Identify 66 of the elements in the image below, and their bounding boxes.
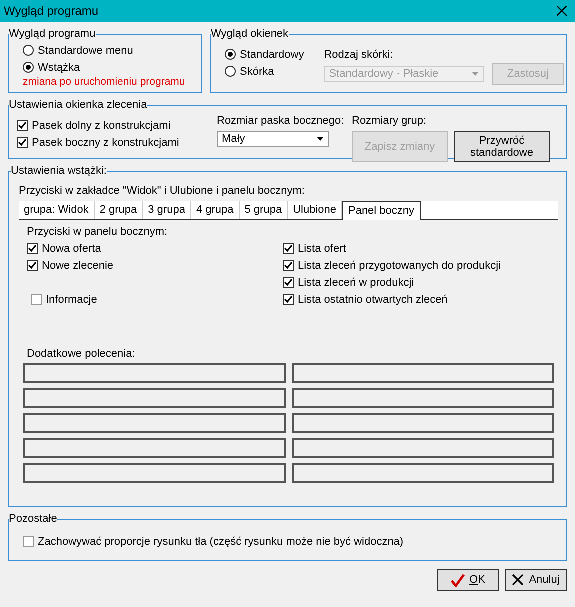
tab[interactable]: grupa: Widok bbox=[19, 201, 95, 219]
checkbox-label: Lista zleceń przygotowanych do produkcji bbox=[298, 260, 502, 272]
radio-button[interactable] bbox=[23, 45, 34, 56]
checkbox-label: Pasek dolny z konstrukcjami bbox=[32, 120, 171, 132]
group-legend: Wygląd programu bbox=[9, 28, 96, 40]
checkbox[interactable] bbox=[17, 120, 28, 131]
radio-button[interactable] bbox=[23, 62, 34, 73]
checkbox-label: Informacje bbox=[46, 294, 98, 306]
close-icon bbox=[512, 574, 524, 586]
warning-note: zmiana po uruchomieniu programu bbox=[22, 76, 186, 88]
checkbox-label: Lista ofert bbox=[298, 242, 346, 254]
window-title: Wygląd programu bbox=[4, 4, 99, 18]
ok-button[interactable]: OK bbox=[437, 569, 499, 591]
checkbox[interactable] bbox=[283, 277, 294, 288]
empty-command-slot[interactable] bbox=[23, 363, 286, 383]
empty-command-slot[interactable] bbox=[292, 438, 554, 458]
empty-command-slot[interactable] bbox=[292, 388, 554, 408]
checkbox-label: Lista zleceń w produkcji bbox=[298, 276, 414, 288]
tabs-caption: Przyciski w zakładce "Widok" i Ulubione i panelu bocznym: bbox=[19, 184, 306, 197]
caret-icon bbox=[317, 137, 324, 141]
tab[interactable]: 3 grupa bbox=[143, 201, 192, 219]
empty-command-slot[interactable] bbox=[23, 463, 286, 483]
radio-label: Wstążka bbox=[38, 62, 80, 74]
tab[interactable]: 4 grupa bbox=[191, 201, 240, 219]
empty-command-slot[interactable] bbox=[292, 413, 554, 433]
checkbox[interactable] bbox=[27, 243, 38, 254]
checkbox[interactable] bbox=[283, 260, 294, 271]
panel-caption: Przyciski w panelu bocznym: bbox=[26, 225, 169, 238]
tab[interactable]: 5 grupa bbox=[240, 201, 288, 219]
radio-label: Standardowe menu bbox=[38, 44, 134, 56]
checkbox[interactable] bbox=[31, 294, 42, 305]
radio-button[interactable] bbox=[225, 66, 236, 77]
caret-icon bbox=[472, 72, 480, 76]
restore-defaults-button[interactable]: Przywróć standardowe bbox=[454, 131, 550, 162]
dropdown[interactable]: Mały bbox=[217, 131, 329, 147]
radio-label: Standardowy bbox=[240, 48, 304, 60]
group-legend: Ustawienia okienka zlecenia bbox=[9, 99, 148, 111]
empty-command-slot[interactable] bbox=[23, 413, 286, 433]
empty-command-slot[interactable] bbox=[23, 438, 286, 458]
tab[interactable]: 2 grupa bbox=[94, 201, 144, 219]
checkbox-label: Lista ostatnio otwartych zleceń bbox=[298, 294, 448, 306]
radio-label: Skórka bbox=[240, 66, 274, 78]
empty-command-slot[interactable] bbox=[292, 363, 554, 383]
checkbox[interactable] bbox=[17, 137, 28, 148]
checkbox-label: Zachowywać proporcje rysunku tła (część rysunku może nie być widoczna) bbox=[38, 536, 404, 548]
group-legend: Ustawienia wstążki: bbox=[11, 165, 107, 177]
group-legend: Wygląd okienek bbox=[211, 28, 289, 40]
sidebar-size-label: Rozmiar paska bocznego: bbox=[217, 115, 346, 127]
checkbox[interactable] bbox=[283, 243, 294, 254]
skin-label: Rodzaj skórki: bbox=[324, 49, 394, 61]
tab[interactable]: Panel boczny bbox=[342, 201, 421, 220]
extra-commands-caption: Dodatkowe polecenia: bbox=[26, 347, 136, 362]
checkbox[interactable] bbox=[283, 294, 294, 305]
checkbox-label: Nowe zlecenie bbox=[42, 260, 114, 272]
checkbox-label: Pasek boczny z konstrukcjami bbox=[32, 136, 180, 148]
checkbox-label: Nowa oferta bbox=[42, 242, 102, 254]
radio-button[interactable] bbox=[225, 49, 236, 60]
group-legend: Pozostałe bbox=[9, 513, 58, 525]
close-icon[interactable] bbox=[557, 6, 567, 16]
checkbox[interactable] bbox=[23, 536, 34, 547]
cancel-button[interactable]: Anuluj bbox=[505, 569, 567, 591]
empty-command-slot[interactable] bbox=[292, 463, 554, 483]
group-sizes-label: Rozmiary grup: bbox=[352, 115, 428, 127]
empty-command-slot[interactable] bbox=[23, 388, 286, 408]
checkbox[interactable] bbox=[27, 260, 38, 271]
checkmark-icon bbox=[450, 574, 465, 586]
